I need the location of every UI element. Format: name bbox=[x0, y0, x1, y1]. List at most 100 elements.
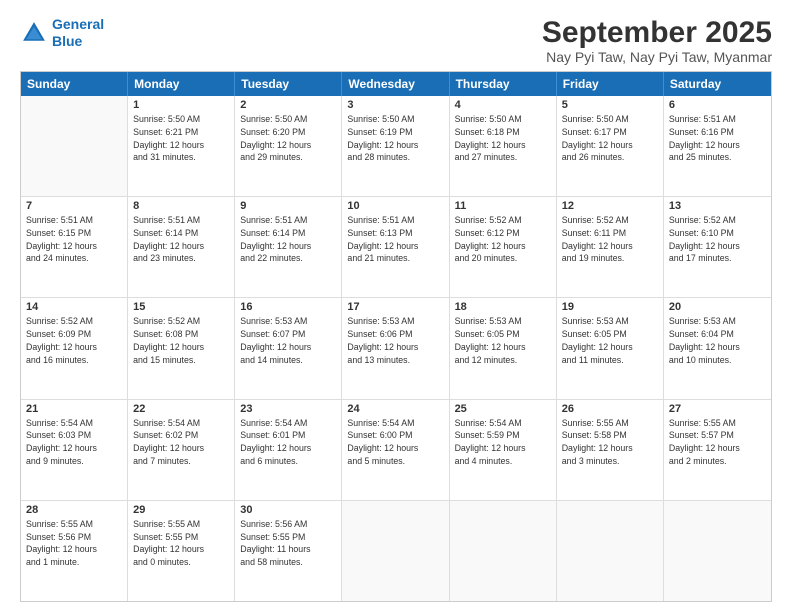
calendar-cell: 28 Sunrise: 5:55 AM Sunset: 5:56 PM Dayli… bbox=[21, 501, 128, 601]
header-day-saturday: Saturday bbox=[664, 72, 771, 96]
calendar-cell bbox=[342, 501, 449, 601]
day-info: Sunrise: 5:53 AM Sunset: 6:06 PM Dayligh… bbox=[347, 315, 443, 366]
calendar-cell: 8 Sunrise: 5:51 AM Sunset: 6:14 PM Daylig… bbox=[128, 197, 235, 297]
calendar-cell: 15 Sunrise: 5:52 AM Sunset: 6:08 PM Dayli… bbox=[128, 298, 235, 398]
day-number: 19 bbox=[562, 301, 658, 313]
day-info: Sunrise: 5:50 AM Sunset: 6:20 PM Dayligh… bbox=[240, 113, 336, 164]
calendar-cell: 5Sunrise: 5:50 AM Sunset: 6:17 PM Daylig… bbox=[557, 96, 664, 196]
day-info: Sunrise: 5:54 AM Sunset: 6:03 PM Dayligh… bbox=[26, 417, 122, 468]
calendar-cell: 14 Sunrise: 5:52 AM Sunset: 6:09 PM Dayli… bbox=[21, 298, 128, 398]
calendar-header: SundayMondayTuesdayWednesdayThursdayFrid… bbox=[21, 72, 771, 96]
day-info: Sunrise: 5:51 AM Sunset: 6:14 PM Dayligh… bbox=[133, 214, 229, 265]
calendar-cell bbox=[557, 501, 664, 601]
calendar-cell: 13Sunrise: 5:52 AM Sunset: 6:10 PM Dayli… bbox=[664, 197, 771, 297]
day-number: 6 bbox=[669, 99, 766, 111]
day-number: 24 bbox=[347, 403, 443, 415]
day-info: Sunrise: 5:53 AM Sunset: 6:04 PM Dayligh… bbox=[669, 315, 766, 366]
calendar-cell: 1 Sunrise: 5:50 AM Sunset: 6:21 PM Daylig… bbox=[128, 96, 235, 196]
day-info: Sunrise: 5:54 AM Sunset: 6:02 PM Dayligh… bbox=[133, 417, 229, 468]
day-number: 2 bbox=[240, 99, 336, 111]
day-number: 29 bbox=[133, 504, 229, 516]
day-info: Sunrise: 5:54 AM Sunset: 6:01 PM Dayligh… bbox=[240, 417, 336, 468]
day-info: Sunrise: 5:52 AM Sunset: 6:10 PM Dayligh… bbox=[669, 214, 766, 265]
logo-icon bbox=[20, 19, 48, 47]
day-number: 16 bbox=[240, 301, 336, 313]
header-day-wednesday: Wednesday bbox=[342, 72, 449, 96]
day-number: 10 bbox=[347, 200, 443, 212]
calendar-cell: 18 Sunrise: 5:53 AM Sunset: 6:05 PM Dayli… bbox=[450, 298, 557, 398]
month-title: September 2025 bbox=[542, 16, 772, 49]
day-number: 11 bbox=[455, 200, 551, 212]
day-info: Sunrise: 5:55 AM Sunset: 5:56 PM Dayligh… bbox=[26, 518, 122, 569]
calendar-cell: 25 Sunrise: 5:54 AM Sunset: 5:59 PM Dayli… bbox=[450, 400, 557, 500]
day-info: Sunrise: 5:54 AM Sunset: 6:00 PM Dayligh… bbox=[347, 417, 443, 468]
day-info: Sunrise: 5:50 AM Sunset: 6:21 PM Dayligh… bbox=[133, 113, 229, 164]
day-info: Sunrise: 5:50 AM Sunset: 6:17 PM Dayligh… bbox=[562, 113, 658, 164]
page: General Blue September 2025 Nay Pyi Taw,… bbox=[0, 0, 792, 612]
calendar-cell bbox=[450, 501, 557, 601]
day-number: 25 bbox=[455, 403, 551, 415]
calendar-cell: 16 Sunrise: 5:53 AM Sunset: 6:07 PM Dayli… bbox=[235, 298, 342, 398]
calendar-cell: 19 Sunrise: 5:53 AM Sunset: 6:05 PM Dayli… bbox=[557, 298, 664, 398]
day-info: Sunrise: 5:51 AM Sunset: 6:13 PM Dayligh… bbox=[347, 214, 443, 265]
calendar: SundayMondayTuesdayWednesdayThursdayFrid… bbox=[20, 71, 772, 602]
day-number: 18 bbox=[455, 301, 551, 313]
day-info: Sunrise: 5:53 AM Sunset: 6:05 PM Dayligh… bbox=[455, 315, 551, 366]
day-number: 7 bbox=[26, 200, 122, 212]
title-block: September 2025 Nay Pyi Taw, Nay Pyi Taw,… bbox=[542, 16, 772, 65]
day-info: Sunrise: 5:54 AM Sunset: 5:59 PM Dayligh… bbox=[455, 417, 551, 468]
header-day-friday: Friday bbox=[557, 72, 664, 96]
calendar-cell: 23 Sunrise: 5:54 AM Sunset: 6:01 PM Dayli… bbox=[235, 400, 342, 500]
calendar-cell: 6 Sunrise: 5:51 AM Sunset: 6:16 PM Daylig… bbox=[664, 96, 771, 196]
day-number: 4 bbox=[455, 99, 551, 111]
day-number: 22 bbox=[133, 403, 229, 415]
day-number: 1 bbox=[133, 99, 229, 111]
day-number: 21 bbox=[26, 403, 122, 415]
day-number: 27 bbox=[669, 403, 766, 415]
day-number: 20 bbox=[669, 301, 766, 313]
day-number: 23 bbox=[240, 403, 336, 415]
calendar-cell: 2 Sunrise: 5:50 AM Sunset: 6:20 PM Daylig… bbox=[235, 96, 342, 196]
logo: General Blue bbox=[20, 16, 104, 50]
day-number: 15 bbox=[133, 301, 229, 313]
day-number: 8 bbox=[133, 200, 229, 212]
calendar-week-5: 28 Sunrise: 5:55 AM Sunset: 5:56 PM Dayli… bbox=[21, 500, 771, 601]
day-number: 30 bbox=[240, 504, 336, 516]
calendar-cell: 29 Sunrise: 5:55 AM Sunset: 5:55 PM Dayli… bbox=[128, 501, 235, 601]
day-info: Sunrise: 5:51 AM Sunset: 6:16 PM Dayligh… bbox=[669, 113, 766, 164]
day-info: Sunrise: 5:53 AM Sunset: 6:07 PM Dayligh… bbox=[240, 315, 336, 366]
calendar-cell: 7 Sunrise: 5:51 AM Sunset: 6:15 PM Daylig… bbox=[21, 197, 128, 297]
calendar-cell bbox=[21, 96, 128, 196]
day-number: 3 bbox=[347, 99, 443, 111]
calendar-cell: 12Sunrise: 5:52 AM Sunset: 6:11 PM Dayli… bbox=[557, 197, 664, 297]
calendar-week-4: 21 Sunrise: 5:54 AM Sunset: 6:03 PM Dayli… bbox=[21, 399, 771, 500]
calendar-cell: 3Sunrise: 5:50 AM Sunset: 6:19 PM Daylig… bbox=[342, 96, 449, 196]
calendar-cell: 11Sunrise: 5:52 AM Sunset: 6:12 PM Dayli… bbox=[450, 197, 557, 297]
day-number: 26 bbox=[562, 403, 658, 415]
day-info: Sunrise: 5:55 AM Sunset: 5:58 PM Dayligh… bbox=[562, 417, 658, 468]
calendar-cell: 9 Sunrise: 5:51 AM Sunset: 6:14 PM Daylig… bbox=[235, 197, 342, 297]
calendar-week-1: 1 Sunrise: 5:50 AM Sunset: 6:21 PM Daylig… bbox=[21, 96, 771, 196]
calendar-cell: 4Sunrise: 5:50 AM Sunset: 6:18 PM Daylig… bbox=[450, 96, 557, 196]
day-info: Sunrise: 5:56 AM Sunset: 5:55 PM Dayligh… bbox=[240, 518, 336, 569]
day-info: Sunrise: 5:55 AM Sunset: 5:57 PM Dayligh… bbox=[669, 417, 766, 468]
day-number: 28 bbox=[26, 504, 122, 516]
day-number: 14 bbox=[26, 301, 122, 313]
day-number: 17 bbox=[347, 301, 443, 313]
day-info: Sunrise: 5:53 AM Sunset: 6:05 PM Dayligh… bbox=[562, 315, 658, 366]
calendar-week-2: 7 Sunrise: 5:51 AM Sunset: 6:15 PM Daylig… bbox=[21, 196, 771, 297]
day-info: Sunrise: 5:52 AM Sunset: 6:09 PM Dayligh… bbox=[26, 315, 122, 366]
calendar-cell: 24 Sunrise: 5:54 AM Sunset: 6:00 PM Dayli… bbox=[342, 400, 449, 500]
logo-line1: General bbox=[52, 16, 104, 32]
day-info: Sunrise: 5:52 AM Sunset: 6:11 PM Dayligh… bbox=[562, 214, 658, 265]
day-info: Sunrise: 5:52 AM Sunset: 6:08 PM Dayligh… bbox=[133, 315, 229, 366]
calendar-cell: 30 Sunrise: 5:56 AM Sunset: 5:55 PM Dayli… bbox=[235, 501, 342, 601]
calendar-cell: 22 Sunrise: 5:54 AM Sunset: 6:02 PM Dayli… bbox=[128, 400, 235, 500]
day-info: Sunrise: 5:55 AM Sunset: 5:55 PM Dayligh… bbox=[133, 518, 229, 569]
day-number: 9 bbox=[240, 200, 336, 212]
header-day-monday: Monday bbox=[128, 72, 235, 96]
header-day-tuesday: Tuesday bbox=[235, 72, 342, 96]
day-info: Sunrise: 5:51 AM Sunset: 6:15 PM Dayligh… bbox=[26, 214, 122, 265]
header-day-thursday: Thursday bbox=[450, 72, 557, 96]
day-info: Sunrise: 5:51 AM Sunset: 6:14 PM Dayligh… bbox=[240, 214, 336, 265]
